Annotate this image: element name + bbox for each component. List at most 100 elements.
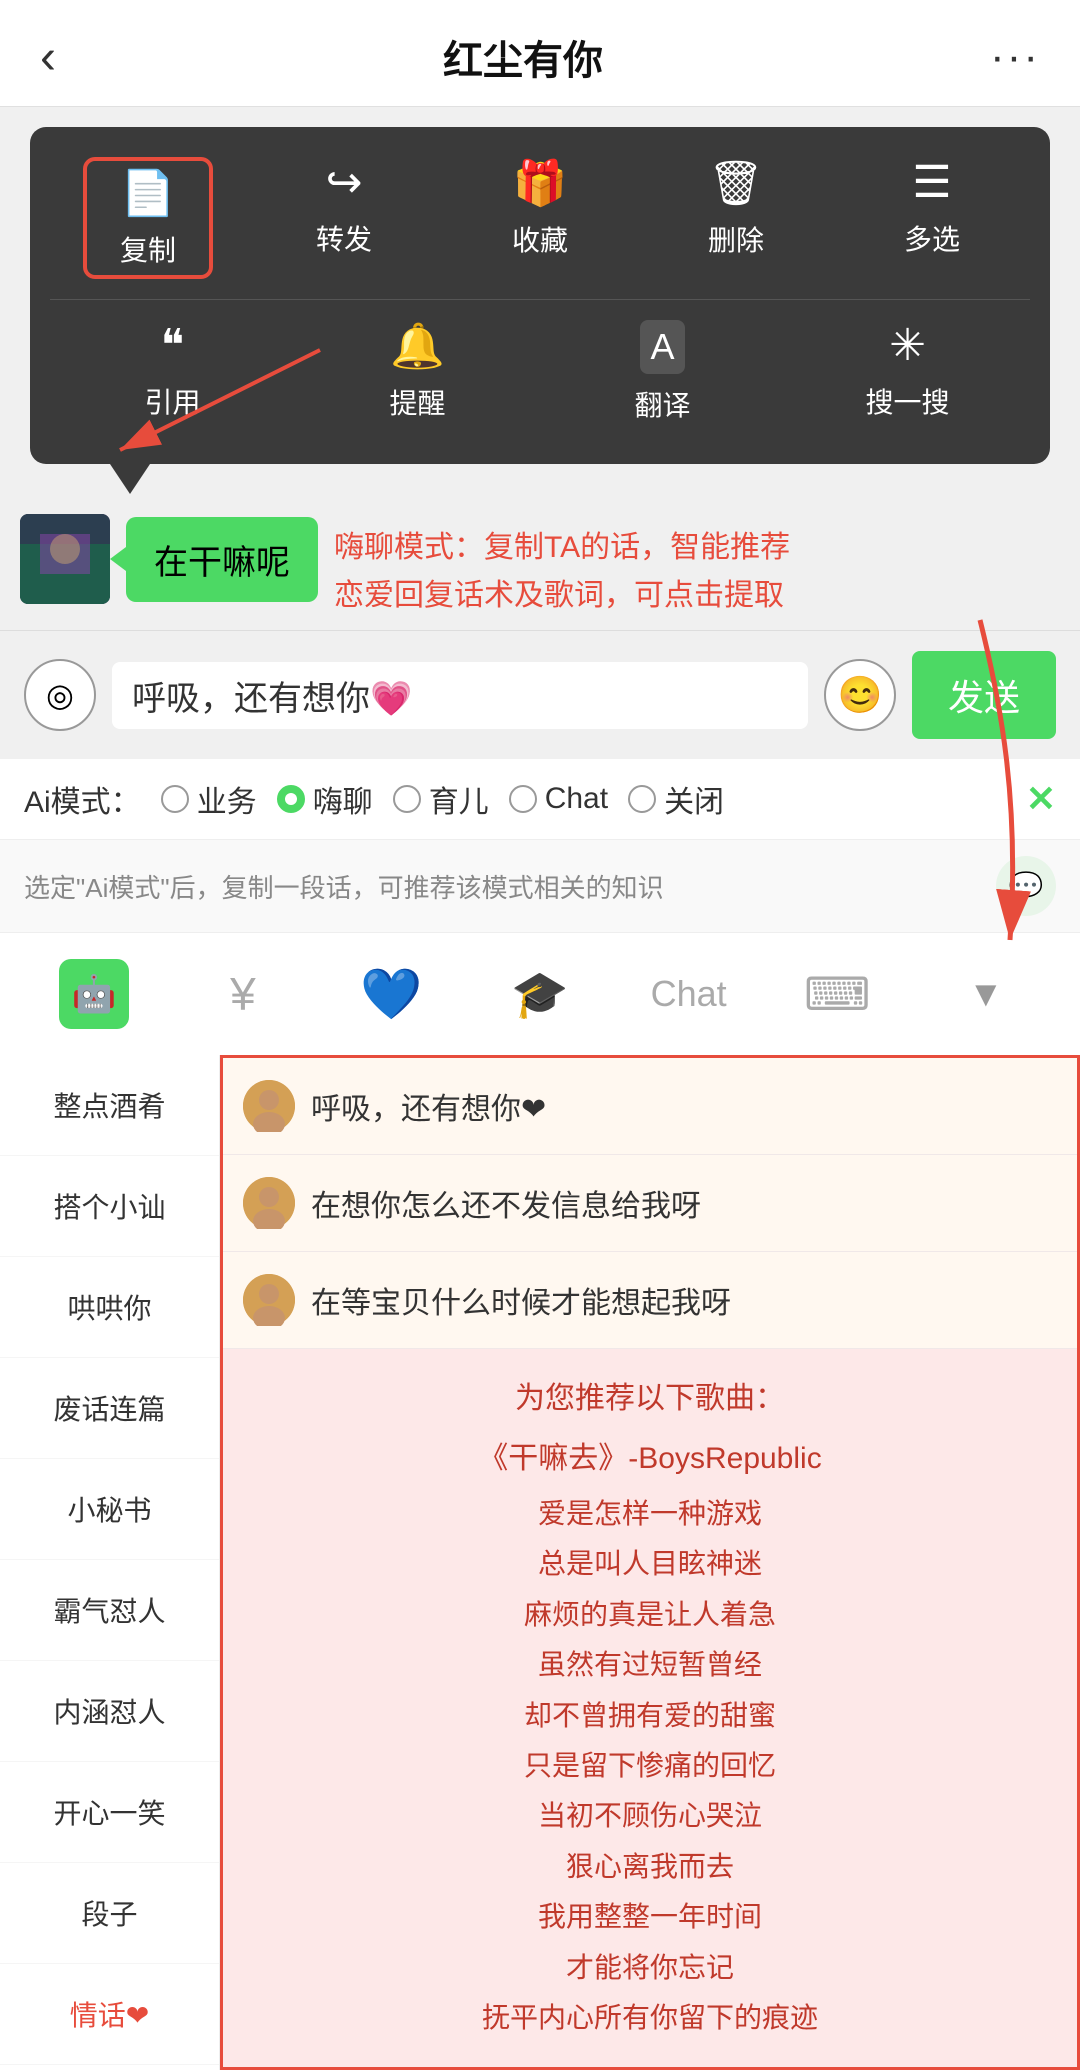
ai-mode-label: Ai模式：	[24, 777, 141, 821]
heart-icon: 💙	[360, 965, 422, 1024]
reply-0[interactable]: 呼吸，还有想你❤	[223, 1058, 1077, 1155]
radio-off[interactable]: 关闭	[628, 777, 724, 821]
emoji-icon: 😊	[838, 674, 883, 716]
song-intro: 为您推荐以下歌曲：	[253, 1373, 1047, 1417]
graduation-icon: 🎓	[511, 967, 568, 1022]
lyrics-container: 爱是怎样一种游戏总是叫人目眩神迷麻烦的真是让人着急虽然有过短暂曾经却不曾拥有爱的…	[253, 1489, 1047, 2043]
sidebar-item-5[interactable]: 霸气怼人	[0, 1560, 219, 1661]
toolbar-heart[interactable]: 💙	[317, 955, 466, 1034]
forward-label: 转发	[316, 218, 372, 258]
input-area: ◎ 😊 发送	[0, 630, 1080, 759]
voice-button[interactable]: ◎	[24, 659, 96, 731]
copy-icon: 📄	[121, 167, 176, 219]
message-input[interactable]	[112, 662, 808, 729]
radio-childcare-label: 育儿	[429, 777, 489, 821]
chat-bubble-icon: 💬	[1009, 870, 1044, 903]
lyric-line: 狠心离我而去	[253, 1842, 1047, 1892]
reply-text-0: 呼吸，还有想你❤	[311, 1084, 546, 1128]
song-name[interactable]: 《干嘛去》-BoysRepublic	[253, 1433, 1047, 1477]
menu-item-delete[interactable]: 🗑 删除	[671, 157, 801, 279]
header: ‹ 红尘有你 ···	[0, 0, 1080, 107]
hint-text: 选定"Ai模式"后，复制一段话，可推荐该模式相关的知识	[24, 868, 664, 905]
voice-icon: ◎	[46, 676, 74, 714]
toolbar-collapse[interactable]: ▼	[911, 963, 1060, 1025]
menu-item-quote[interactable]: ❝ 引用	[108, 320, 238, 424]
reply-2[interactable]: 在等宝贝什么时候才能想起我呀	[223, 1252, 1077, 1349]
translate-label: 翻译	[634, 384, 690, 424]
sidebar-item-8[interactable]: 段子	[0, 1863, 219, 1964]
collapse-icon: ▼	[968, 973, 1004, 1015]
remind-label: 提醒	[389, 382, 445, 422]
sidebar-item-1[interactable]: 搭个小讪	[0, 1156, 219, 1257]
radio-chat[interactable]: Chat	[509, 782, 608, 816]
toolbar-chat-text[interactable]: Chat	[614, 963, 763, 1025]
left-sidebar: 整点酒肴 搭个小讪 哄哄你 废话连篇 小秘书 霸气怼人 内涵怼人 开心一笑 段子…	[0, 1055, 220, 2070]
menu-item-copy[interactable]: 📄 复制	[83, 157, 213, 279]
lyric-line: 麻烦的真是让人着急	[253, 1590, 1047, 1640]
lyric-line: 虽然有过短暂曾经	[253, 1640, 1047, 1690]
radio-business[interactable]: 业务	[161, 777, 257, 821]
menu-item-forward[interactable]: ↪ 转发	[279, 157, 409, 279]
lyric-line: 却不曾拥有爱的甜蜜	[253, 1691, 1047, 1741]
radio-chat-label: Chat	[545, 782, 608, 816]
search-icon: ✳	[889, 320, 926, 371]
reply-avatar-2	[243, 1274, 295, 1326]
menu-item-collect[interactable]: 🎁 收藏	[475, 157, 605, 279]
robot-icon: 🤖	[59, 959, 129, 1029]
sidebar-item-4[interactable]: 小秘书	[0, 1459, 219, 1560]
radio-haichat-label: 嗨聊	[313, 777, 373, 821]
sidebar-item-9[interactable]: 情话❤	[0, 1964, 219, 2065]
emoji-button[interactable]: 😊	[824, 659, 896, 731]
radio-haichat[interactable]: 嗨聊	[277, 777, 373, 821]
menu-item-translate[interactable]: A 翻译	[598, 320, 728, 424]
menu-item-search[interactable]: ✳ 搜一搜	[843, 320, 973, 424]
chat-bubble: 在干嘛呢	[126, 517, 318, 602]
menu-item-multiselect[interactable]: ☰ 多选	[867, 157, 997, 279]
collect-label: 收藏	[512, 219, 568, 259]
avatar	[20, 514, 110, 604]
ai-mode-row: Ai模式： 业务 嗨聊 育儿 Chat 关闭 ✕	[0, 759, 1080, 839]
annotation-text: 嗨聊模式：复制TA的话，智能推荐 恋爱回复话术及歌词，可点击提取	[334, 531, 790, 612]
back-button[interactable]: ‹	[40, 30, 56, 85]
radio-childcare[interactable]: 育儿	[393, 777, 489, 821]
radio-business-label: 业务	[197, 777, 257, 821]
toolbar-study[interactable]: 🎓	[466, 957, 615, 1032]
page-title: 红尘有你	[443, 28, 603, 86]
lyric-line: 当初不顾伤心哭泣	[253, 1791, 1047, 1841]
chat-text-icon: Chat	[651, 973, 727, 1015]
radio-business-circle	[161, 785, 189, 813]
lyric-line: 抚平内心所有你留下的痕迹	[253, 1993, 1047, 2043]
lyric-line: 总是叫人目眩神迷	[253, 1539, 1047, 1589]
lyric-line: 我用整整一年时间	[253, 1892, 1047, 1942]
more-button[interactable]: ···	[990, 32, 1040, 82]
sidebar-item-0[interactable]: 整点酒肴	[0, 1055, 219, 1156]
radio-haichat-circle	[277, 785, 305, 813]
send-button[interactable]: 发送	[912, 651, 1056, 739]
menu-arrow	[110, 464, 150, 494]
toolbar-keyboard[interactable]: ⌨	[763, 957, 912, 1031]
reply-1[interactable]: 在想你怎么还不发信息给我呀	[223, 1155, 1077, 1252]
forward-icon: ↪	[326, 157, 363, 208]
menu-item-remind[interactable]: 🔔 提醒	[353, 320, 483, 424]
radio-childcare-circle	[393, 785, 421, 813]
toolbar-robot[interactable]: 🤖	[20, 949, 169, 1039]
reply-avatar-0	[243, 1080, 295, 1132]
lyric-line: 只是留下惨痛的回忆	[253, 1741, 1047, 1791]
sidebar-item-6[interactable]: 内涵怼人	[0, 1661, 219, 1762]
context-menu-row1: 📄 复制 ↪ 转发 🎁 收藏 🗑 删除 ☰ 多选	[50, 157, 1030, 279]
right-panel: 呼吸，还有想你❤ 在想你怎么还不发信息给我呀	[220, 1055, 1080, 2070]
sidebar-item-7[interactable]: 开心一笑	[0, 1762, 219, 1863]
chat-bubble-text: 在干嘛呢	[154, 544, 290, 582]
sidebar-item-3[interactable]: 废话连篇	[0, 1358, 219, 1459]
sidebar-item-2[interactable]: 哄哄你	[0, 1257, 219, 1358]
close-button[interactable]: ✕	[1026, 778, 1056, 820]
search-label: 搜一搜	[865, 381, 949, 421]
toolbar-pay[interactable]: ¥	[169, 957, 318, 1031]
robot-face: 🤖	[72, 973, 117, 1015]
song-section: 为您推荐以下歌曲： 《干嘛去》-BoysRepublic 爱是怎样一种游戏总是叫…	[223, 1349, 1077, 2067]
copy-label: 复制	[120, 229, 176, 269]
reply-text-2: 在等宝贝什么时候才能想起我呀	[311, 1278, 731, 1322]
reply-text-1: 在想你怎么还不发信息给我呀	[311, 1181, 701, 1225]
quote-label: 引用	[144, 381, 200, 421]
pay-icon: ¥	[230, 967, 256, 1021]
